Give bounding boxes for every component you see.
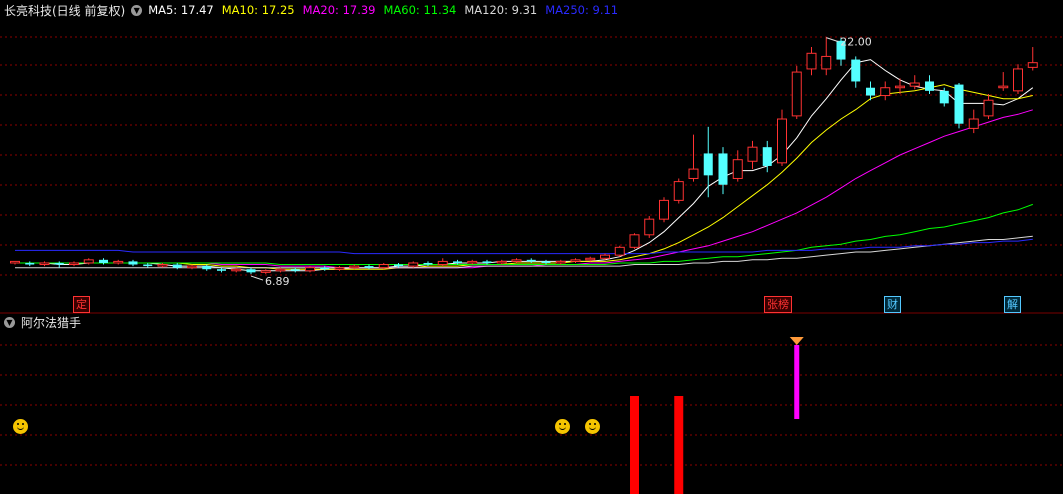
candle-body	[320, 267, 330, 270]
high-pointer	[826, 37, 839, 43]
candle-body	[290, 269, 300, 271]
candle-body	[143, 264, 153, 267]
candle-body	[866, 87, 875, 96]
candle-body	[334, 267, 345, 270]
candle-body	[939, 90, 949, 104]
candle-body	[467, 260, 478, 264]
candle-body	[394, 264, 403, 267]
candle-body	[968, 118, 979, 129]
candle-body	[614, 246, 625, 256]
candle-body	[644, 218, 655, 236]
candle-body	[1013, 68, 1023, 92]
candle-body	[157, 264, 168, 267]
candle-body	[526, 259, 536, 262]
candle-body	[555, 260, 566, 264]
candle-body	[909, 82, 920, 87]
candle-body	[128, 261, 138, 265]
candle-body	[703, 153, 713, 176]
candle-body	[511, 259, 522, 262]
candle-body	[541, 261, 551, 263]
chevron-down-icon[interactable]: ▼	[4, 316, 15, 328]
candle-body	[54, 262, 64, 265]
candle-body	[260, 270, 271, 273]
candle-body	[423, 262, 433, 265]
candle-body	[83, 259, 94, 264]
candle-body	[231, 268, 242, 272]
smile-icon	[555, 419, 570, 434]
candle-body	[25, 262, 35, 265]
candle-body	[437, 260, 448, 266]
candle-body	[777, 118, 787, 164]
candle-body	[925, 81, 934, 91]
low-pointer	[250, 275, 264, 281]
candle-body	[983, 99, 994, 117]
ma20-line	[15, 109, 1033, 269]
candle-body	[217, 269, 226, 271]
ma10-line	[15, 84, 1033, 270]
candle-body	[821, 55, 832, 70]
candle-body	[747, 146, 758, 162]
candle-body	[113, 260, 124, 264]
tag-jie[interactable]: 解	[1004, 296, 1021, 313]
candle-body	[570, 259, 581, 262]
low-label: 6.89	[265, 275, 290, 288]
indicator-bar	[674, 396, 684, 494]
candle-body	[791, 71, 802, 117]
candle-body	[851, 59, 861, 82]
indicator-header: ▼ 阿尔法猎手	[0, 313, 81, 331]
candle-body	[732, 159, 743, 179]
high-label: 22.00	[840, 36, 872, 49]
candle-body	[659, 199, 669, 220]
candle-body	[305, 267, 315, 272]
ma60-line	[15, 203, 1033, 265]
candle-body	[895, 85, 905, 89]
candle-body	[880, 87, 891, 97]
candle-body	[1027, 62, 1038, 68]
candle-body	[585, 257, 596, 261]
candle-body	[688, 168, 699, 179]
candle-body	[482, 261, 492, 263]
candle-body	[69, 262, 79, 266]
candlestick-chart[interactable]: 22.00 6.89	[0, 0, 1063, 494]
candle-body	[600, 254, 610, 259]
candle-body	[408, 262, 419, 267]
candle-body	[496, 260, 507, 264]
tag-ding[interactable]: 定	[73, 296, 90, 313]
indicator-bar	[630, 396, 639, 494]
candle-body	[364, 266, 374, 268]
tag-cai[interactable]: 财	[884, 296, 901, 313]
candle-body	[39, 262, 50, 266]
indicator-title[interactable]: 阿尔法猎手	[21, 314, 81, 331]
candle-body	[762, 147, 772, 166]
smile-icon	[585, 419, 600, 434]
smile-icon	[13, 419, 28, 434]
candle-body	[202, 266, 212, 270]
candle-body	[172, 264, 182, 268]
tag-zhangbang[interactable]: 张榜	[764, 296, 792, 313]
candle-body	[954, 84, 964, 124]
candle-body	[349, 265, 360, 269]
candle-body	[806, 52, 817, 70]
candle-body	[718, 153, 728, 185]
candle-body	[453, 261, 462, 263]
indicator-bar	[794, 345, 800, 419]
candle-body	[246, 269, 256, 273]
candle-body	[629, 234, 640, 248]
candle-body	[99, 259, 108, 263]
candle-body	[10, 260, 20, 264]
diamond-icon	[789, 337, 804, 345]
candle-body	[998, 85, 1009, 89]
candle-body	[673, 181, 684, 201]
candle-body	[187, 265, 197, 269]
candle-body	[275, 268, 286, 272]
candle-body	[378, 264, 389, 269]
